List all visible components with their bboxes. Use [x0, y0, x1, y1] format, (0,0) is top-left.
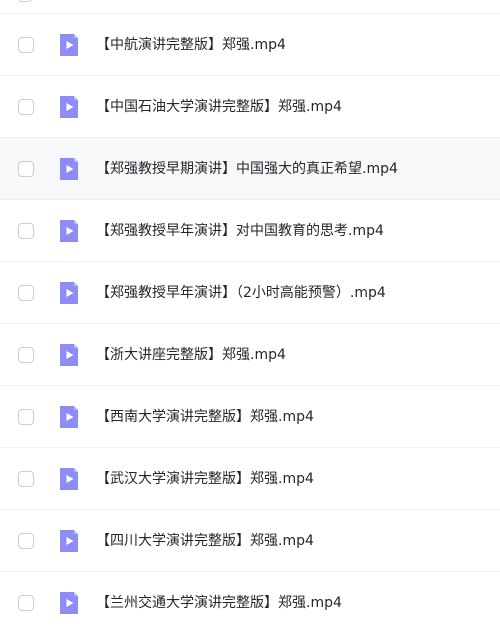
- file-row[interactable]: 【郑强教授早年演讲】对中国教育的思考.mp4: [0, 200, 500, 262]
- file-name[interactable]: 【中国石油大学演讲完整版】郑强.mp4: [96, 96, 342, 118]
- file-row[interactable]: 【浙大讲座完整版】郑强.mp4: [0, 324, 500, 386]
- file-checkbox[interactable]: [18, 99, 34, 115]
- file-name[interactable]: 【中航演讲完整版】郑强.mp4: [96, 34, 286, 56]
- video-file-icon: [60, 158, 78, 180]
- file-checkbox[interactable]: [18, 285, 34, 301]
- video-file-icon: [60, 220, 78, 242]
- video-file-icon: [60, 592, 78, 614]
- file-checkbox[interactable]: [18, 0, 32, 2]
- video-file-icon: [60, 96, 78, 118]
- file-row[interactable]: 【四川大学演讲完整版】郑强.mp4: [0, 510, 500, 572]
- file-checkbox[interactable]: [18, 595, 34, 611]
- file-name[interactable]: 【浙大讲座完整版】郑强.mp4: [96, 344, 286, 366]
- file-name[interactable]: 【四川大学演讲完整版】郑强.mp4: [96, 530, 314, 552]
- file-name[interactable]: 【郑强教授早年演讲】对中国教育的思考.mp4: [96, 220, 384, 242]
- file-name[interactable]: 【西南大学演讲完整版】郑强.mp4: [96, 406, 314, 428]
- video-file-icon: [60, 282, 78, 304]
- file-row-partial[interactable]: [0, 0, 500, 14]
- file-name[interactable]: 【武汉大学演讲完整版】郑强.mp4: [96, 468, 314, 490]
- video-file-icon: [60, 344, 78, 366]
- file-name[interactable]: 【郑强教授早年演讲】（2小时高能预警）.mp4: [96, 282, 386, 304]
- video-file-icon: [60, 34, 78, 56]
- video-file-icon: [60, 406, 78, 428]
- file-checkbox[interactable]: [18, 471, 34, 487]
- file-row[interactable]: 【武汉大学演讲完整版】郑强.mp4: [0, 448, 500, 510]
- video-file-icon: [60, 468, 78, 490]
- file-row[interactable]: 【西南大学演讲完整版】郑强.mp4: [0, 386, 500, 448]
- file-row[interactable]: 【中航演讲完整版】郑强.mp4: [0, 14, 500, 76]
- file-row[interactable]: 【兰州交通大学演讲完整版】郑强.mp4: [0, 572, 500, 630]
- file-list: 【中航演讲完整版】郑强.mp4 【中国石油大学演讲完整版】郑强.mp4 【郑强教…: [0, 0, 500, 630]
- file-checkbox[interactable]: [18, 409, 34, 425]
- file-checkbox[interactable]: [18, 223, 34, 239]
- file-checkbox[interactable]: [18, 347, 34, 363]
- file-checkbox[interactable]: [18, 533, 34, 549]
- file-row[interactable]: 【郑强教授早年演讲】（2小时高能预警）.mp4: [0, 262, 500, 324]
- file-checkbox[interactable]: [18, 37, 34, 53]
- file-checkbox[interactable]: [18, 161, 34, 177]
- file-name[interactable]: 【兰州交通大学演讲完整版】郑强.mp4: [96, 592, 342, 614]
- file-row-hovered[interactable]: 【郑强教授早期演讲】中国强大的真正希望.mp4: [0, 138, 500, 200]
- file-row[interactable]: 【中国石油大学演讲完整版】郑强.mp4: [0, 76, 500, 138]
- file-name[interactable]: 【郑强教授早期演讲】中国强大的真正希望.mp4: [96, 158, 398, 180]
- video-file-icon: [60, 530, 78, 552]
